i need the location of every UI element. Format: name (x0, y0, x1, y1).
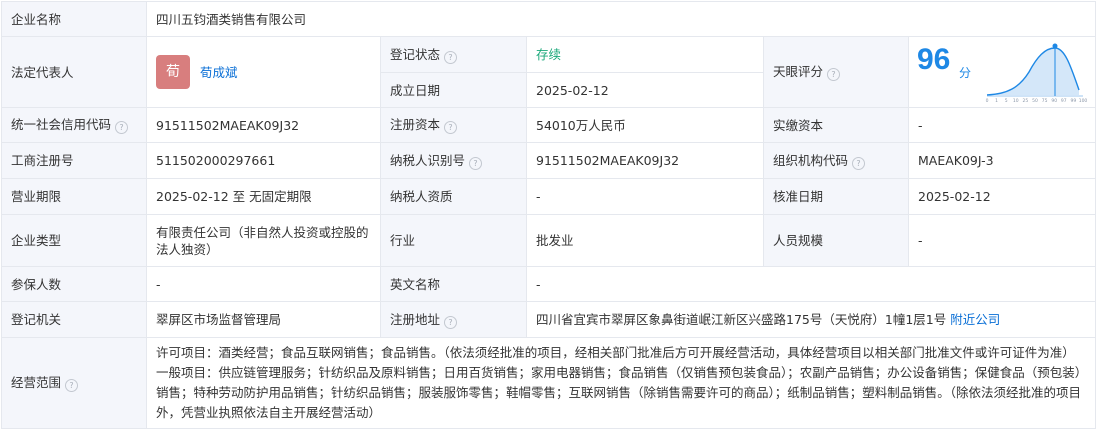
company-name-value: 四川五钧酒类销售有限公司 (145, 1, 1097, 37)
help-icon[interactable]: ? (444, 50, 458, 64)
reg-capital-value: 54010万人民币 (526, 107, 764, 143)
tick-label: 100 (1079, 98, 1087, 104)
tick-label: 5 (1005, 98, 1008, 104)
paid-capital-value: - (907, 107, 1097, 143)
approval-date-value: 2025-02-12 (907, 178, 1097, 215)
paid-capital-label: 实缴资本 (763, 107, 909, 143)
term-label: 营业期限 (1, 178, 147, 215)
tick-label: 25 (1023, 98, 1029, 104)
company-info-table: 企业名称 四川五钧酒类销售有限公司 法定代表人 荀荀成斌 登记状态? 存续 天眼… (1, 1, 1097, 429)
credit-code-label: 统一社会信用代码? (1, 107, 147, 143)
help-icon[interactable]: ? (65, 379, 79, 392)
row-legal-rep: 法定代表人 荀荀成斌 登记状态? 存续 天眼评分? 96 分 0 1 5 10 25 50… (1, 36, 1097, 108)
reg-capital-label: 注册资本? (380, 107, 527, 143)
english-name-value: - (525, 266, 1097, 302)
approval-date-label: 核准日期 (763, 178, 909, 215)
tick-label: 90 (1051, 98, 1057, 104)
help-icon[interactable]: ? (827, 68, 841, 81)
established-value: 2025-02-12 (526, 72, 764, 108)
row-scope: 经营范围? 许可项目：酒类经营；食品互联网销售；食品销售。（依法须经批准的项目，… (1, 337, 1097, 429)
industry-label: 行业 (380, 214, 527, 267)
help-icon[interactable]: ? (444, 315, 458, 329)
reg-address-label: 注册地址? (380, 301, 527, 338)
help-icon[interactable]: ? (444, 121, 458, 134)
row-company-type: 企业类型 有限责任公司（非自然人投资或控股的法人独资） 行业 批发业 人员规模 … (1, 214, 1097, 267)
avatar: 荀 (156, 55, 190, 89)
taxpayer-id-label: 纳税人识别号? (380, 142, 527, 179)
tick-label: 75 (1042, 98, 1048, 104)
legal-rep-cell: 荀荀成斌 (146, 36, 381, 108)
biz-reg-value: 511502000297661 (146, 142, 381, 179)
reg-address-value: 四川省宜宾市翠屏区象鼻街道岷江新区兴盛路175号（天悦府）1幢1层1号 附近公司 (525, 301, 1097, 338)
staff-size-value: - (907, 214, 1097, 267)
help-icon[interactable]: ? (469, 156, 483, 170)
staff-size-label: 人员规模 (763, 214, 909, 267)
tick-labels: 0 1 5 10 25 50 75 90 97 99 100 (986, 98, 1087, 104)
help-icon[interactable]: ? (115, 121, 129, 134)
tick-label: 10 (1013, 98, 1019, 104)
row-credit-code: 统一社会信用代码? 91511502MAEAK09J32 注册资本? 54010… (1, 107, 1097, 143)
scope-value: 许可项目：酒类经营；食品互联网销售；食品销售。（依法须经批准的项目，经相关部门批… (145, 337, 1097, 429)
tianyan-score: 96 (917, 43, 951, 76)
tick-label: 50 (1032, 98, 1038, 104)
insured-value: - (146, 266, 381, 302)
tianyan-score-unit: 分 (959, 66, 972, 80)
org-code-label: 组织机构代码? (763, 142, 909, 179)
company-info-page: { "company_name": {"label": "企业名称", "val… (0, 0, 1097, 437)
credit-code-value: 91511502MAEAK09J32 (146, 107, 381, 143)
insured-label: 参保人数 (1, 266, 147, 302)
row-biz-reg: 工商注册号 511502000297661 纳税人识别号? 91511502MA… (1, 142, 1097, 179)
score-distribution-chart: 0 1 5 10 25 50 75 90 97 99 100 (986, 43, 1087, 104)
status-badge: 存续 (536, 47, 562, 62)
reg-status-label: 登记状态? (380, 36, 527, 73)
established-label: 成立日期 (380, 72, 527, 108)
row-insured: 参保人数 - 英文名称 - (1, 266, 1097, 302)
tick-label: 97 (1061, 98, 1067, 104)
row-term: 营业期限 2025-02-12 至 无固定期限 纳税人资质 - 核准日期 202… (1, 178, 1097, 215)
english-name-label: 英文名称 (380, 266, 527, 302)
tianyan-score-cell[interactable]: 96 分 0 1 5 10 25 50 75 90 97 99 100 (907, 36, 1097, 108)
company-type-value: 有限责任公司（非自然人投资或控股的法人独资） (146, 214, 381, 267)
tianyan-label: 天眼评分? (763, 36, 909, 108)
org-code-value: MAEAK09J-3 (907, 142, 1097, 179)
help-icon[interactable]: ? (852, 156, 866, 170)
nearby-companies-link[interactable]: 附近公司 (950, 312, 1000, 327)
legal-rep-name-link[interactable]: 荀成斌 (200, 65, 238, 80)
reg-authority-value: 翠屏区市场监督管理局 (146, 301, 381, 338)
row-company-name: 企业名称 四川五钧酒类销售有限公司 (1, 1, 1097, 37)
taxpayer-id-value: 91511502MAEAK09J32 (526, 142, 764, 179)
scope-label: 经营范围? (1, 337, 147, 429)
reg-authority-label: 登记机关 (1, 301, 147, 338)
industry-value: 批发业 (526, 214, 764, 267)
legal-rep-label: 法定代表人 (1, 36, 147, 108)
taxpayer-qual-label: 纳税人资质 (380, 178, 527, 215)
company-name-label: 企业名称 (1, 1, 147, 37)
biz-reg-label: 工商注册号 (1, 142, 147, 179)
company-type-label: 企业类型 (1, 214, 147, 267)
taxpayer-qual-value: - (526, 178, 764, 215)
score-marker-dot (1052, 43, 1058, 49)
tick-label: 0 (986, 98, 989, 104)
tick-label: 1 (995, 98, 998, 104)
term-value: 2025-02-12 至 无固定期限 (146, 178, 381, 215)
row-reg-authority: 登记机关 翠屏区市场监督管理局 注册地址? 四川省宜宾市翠屏区象鼻街道岷江新区兴… (1, 301, 1097, 338)
reg-status-value: 存续 (526, 36, 764, 73)
tick-label: 99 (1071, 98, 1077, 104)
